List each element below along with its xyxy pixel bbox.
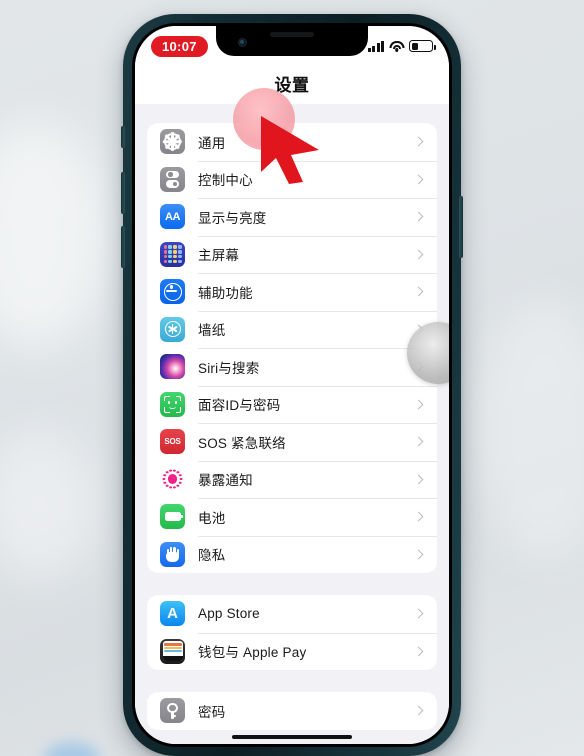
chevron-right-icon	[413, 211, 424, 222]
chevron-right-icon	[413, 324, 424, 335]
wifi-icon	[389, 40, 404, 52]
sos-icon: SOS	[160, 429, 185, 455]
chevron-right-icon	[413, 361, 424, 372]
row-label: 面容ID与密码	[198, 398, 281, 414]
background-blue-object	[44, 742, 100, 756]
chevron-right-icon	[413, 174, 424, 185]
settings-row-display-brightness[interactable]: AA 显示与亮度	[147, 198, 437, 236]
app-store-icon: A	[160, 601, 185, 627]
background-highlight	[0, 120, 110, 350]
home-screen-icon	[160, 241, 185, 267]
chevron-right-icon	[413, 705, 424, 716]
page-title: 设置	[274, 75, 310, 95]
battery-icon	[409, 40, 436, 52]
settings-row-accessibility[interactable]: 辅助功能	[147, 273, 437, 311]
settings-row-siri-search[interactable]: Siri与搜索	[147, 348, 437, 386]
battery-settings-icon	[160, 504, 185, 530]
device-screen: 10:07 设置 通用 控制中心 AA 显示与亮度 主屏幕 辅助功能 墙纸 Si…	[135, 26, 449, 744]
device-bezel: 10:07 设置 通用 控制中心 AA 显示与亮度 主屏幕 辅助功能 墙纸 Si…	[132, 23, 452, 747]
row-label: 辅助功能	[198, 285, 253, 301]
exposure-notification-icon	[160, 466, 185, 492]
siri-icon	[160, 354, 185, 380]
settings-row-app-store[interactable]: A App Store	[147, 595, 437, 633]
row-label: 控制中心	[198, 173, 253, 189]
settings-row-face-id-passcode[interactable]: 面容ID与密码	[147, 385, 437, 424]
chevron-right-icon	[413, 474, 424, 485]
navigation-bar: 设置	[135, 62, 449, 104]
chevron-right-icon	[413, 286, 424, 297]
settings-group-system: 通用 控制中心 AA 显示与亮度 主屏幕 辅助功能 墙纸 Siri与搜索 面容I…	[147, 123, 437, 573]
row-label: 显示与亮度	[198, 210, 267, 226]
device-notch	[216, 26, 368, 56]
chevron-right-icon	[413, 136, 424, 147]
volume-down-button[interactable]	[121, 226, 125, 268]
settings-row-battery[interactable]: 电池	[147, 498, 437, 536]
mute-switch[interactable]	[121, 126, 125, 148]
chevron-right-icon	[413, 399, 424, 410]
background-highlight	[0, 430, 100, 580]
cellular-signal-icon	[367, 40, 384, 52]
row-label: 主屏幕	[198, 248, 240, 264]
gear-icon	[160, 129, 185, 155]
row-label: 钱包与 Apple Pay	[198, 645, 307, 661]
power-button[interactable]	[459, 196, 463, 258]
settings-row-passwords[interactable]: 密码	[147, 692, 437, 730]
settings-row-wallpaper[interactable]: 墙纸	[147, 310, 437, 349]
settings-row-privacy[interactable]: 隐私	[147, 535, 437, 574]
settings-row-emergency-sos[interactable]: SOS SOS 紧急联络	[147, 423, 437, 461]
control-center-icon	[160, 166, 185, 192]
background-highlight	[474, 300, 584, 560]
row-label: 密码	[198, 704, 226, 720]
row-label: 通用	[198, 135, 226, 151]
chevron-right-icon	[413, 608, 424, 619]
front-camera	[238, 38, 247, 47]
settings-row-exposure-notifications[interactable]: 暴露通知	[147, 460, 437, 499]
privacy-hand-icon	[160, 541, 185, 567]
row-label: App Store	[198, 606, 260, 622]
row-label: Siri与搜索	[198, 360, 260, 376]
settings-row-general[interactable]: 通用	[147, 123, 437, 161]
wallpaper-icon	[160, 316, 185, 342]
chevron-right-icon	[413, 249, 424, 260]
chevron-right-icon	[413, 646, 424, 657]
status-bar-indicators	[367, 40, 436, 52]
row-label: 墙纸	[198, 323, 226, 339]
row-label: SOS 紧急联络	[198, 435, 286, 451]
chevron-right-icon	[413, 549, 424, 560]
settings-row-control-center[interactable]: 控制中心	[147, 160, 437, 199]
iphone-device: 10:07 设置 通用 控制中心 AA 显示与亮度 主屏幕 辅助功能 墙纸 Si…	[121, 14, 463, 756]
row-label: 暴露通知	[198, 473, 253, 489]
accessibility-icon	[160, 279, 185, 305]
row-label: 电池	[198, 510, 226, 526]
settings-row-home-screen[interactable]: 主屏幕	[147, 235, 437, 274]
settings-row-wallet-apple-pay[interactable]: 钱包与 Apple Pay	[147, 632, 437, 671]
chevron-right-icon	[413, 511, 424, 522]
chevron-right-icon	[413, 436, 424, 447]
settings-group-store: A App Store 钱包与 Apple Pay	[147, 595, 437, 670]
settings-list[interactable]: 通用 控制中心 AA 显示与亮度 主屏幕 辅助功能 墙纸 Siri与搜索 面容I…	[135, 104, 449, 744]
earpiece-speaker	[270, 32, 314, 37]
passwords-key-icon	[160, 698, 185, 724]
face-id-icon	[160, 391, 185, 417]
status-bar-time: 10:07	[151, 35, 208, 57]
home-indicator[interactable]	[232, 734, 352, 739]
display-brightness-icon: AA	[160, 204, 185, 230]
volume-up-button[interactable]	[121, 172, 125, 214]
row-label: 隐私	[198, 548, 226, 564]
wallet-icon	[160, 638, 185, 664]
settings-group-passwords: 密码	[147, 692, 437, 730]
